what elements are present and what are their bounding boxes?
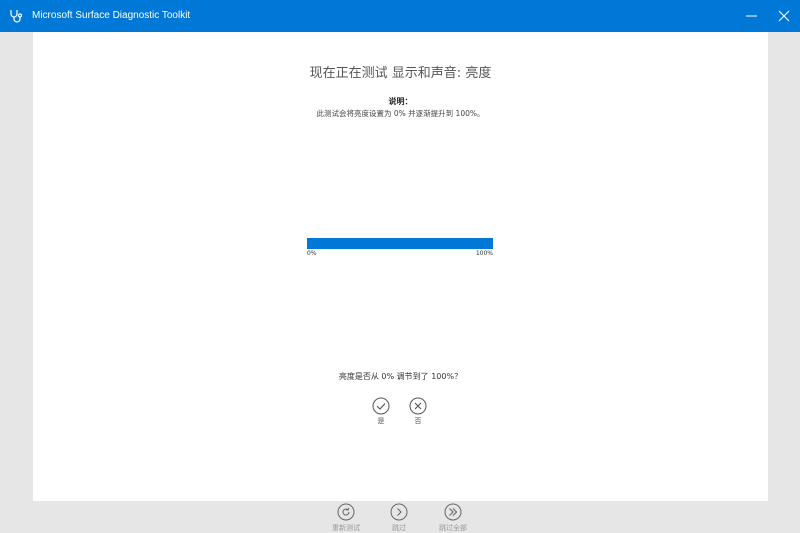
test-question: 亮度是否从 0% 调节到了 100%？ xyxy=(338,372,463,381)
test-panel: 现在正在测试 显示和声音: 亮度 说明： 此测试会将亮度设置为 0% 并逐渐提升… xyxy=(33,32,768,501)
yes-button[interactable]: 是 xyxy=(368,397,394,426)
skip-all-button[interactable]: 跳过全部 xyxy=(423,503,483,533)
progress-max-label: 100% xyxy=(475,250,493,257)
no-button[interactable]: 否 xyxy=(405,397,431,426)
minimize-icon xyxy=(746,15,757,17)
close-icon xyxy=(778,10,790,22)
window-title: Microsoft Surface Diagnostic Toolkit xyxy=(32,10,191,21)
instructions-label: 说明： xyxy=(388,97,413,106)
chevron-right-circle-icon xyxy=(390,503,408,521)
skip-all-label: 跳过全部 xyxy=(439,524,467,532)
skip-label: 跳过 xyxy=(392,524,406,532)
title-bar: Microsoft Surface Diagnostic Toolkit xyxy=(0,0,800,32)
test-heading: 现在正在测试 显示和声音: 亮度 xyxy=(309,66,492,81)
brightness-progress-bar xyxy=(307,238,493,249)
progress-min-label: 0% xyxy=(307,250,317,257)
x-circle-icon xyxy=(409,397,427,415)
restart-label: 重新测试 xyxy=(332,524,360,532)
skip-button[interactable]: 跳过 xyxy=(369,503,429,533)
instructions-text: 此测试会将亮度设置为 0% 并逐渐提升到 100%。 xyxy=(316,109,485,118)
close-button[interactable] xyxy=(764,0,800,32)
yes-label: 是 xyxy=(377,417,385,425)
restart-test-button[interactable]: 重新测试 xyxy=(316,503,376,533)
progress-fill xyxy=(307,238,493,249)
double-chevron-right-circle-icon xyxy=(444,503,462,521)
check-circle-icon xyxy=(372,397,390,415)
restart-icon xyxy=(337,503,355,521)
no-label: 否 xyxy=(414,417,422,425)
stethoscope-icon xyxy=(8,8,24,24)
